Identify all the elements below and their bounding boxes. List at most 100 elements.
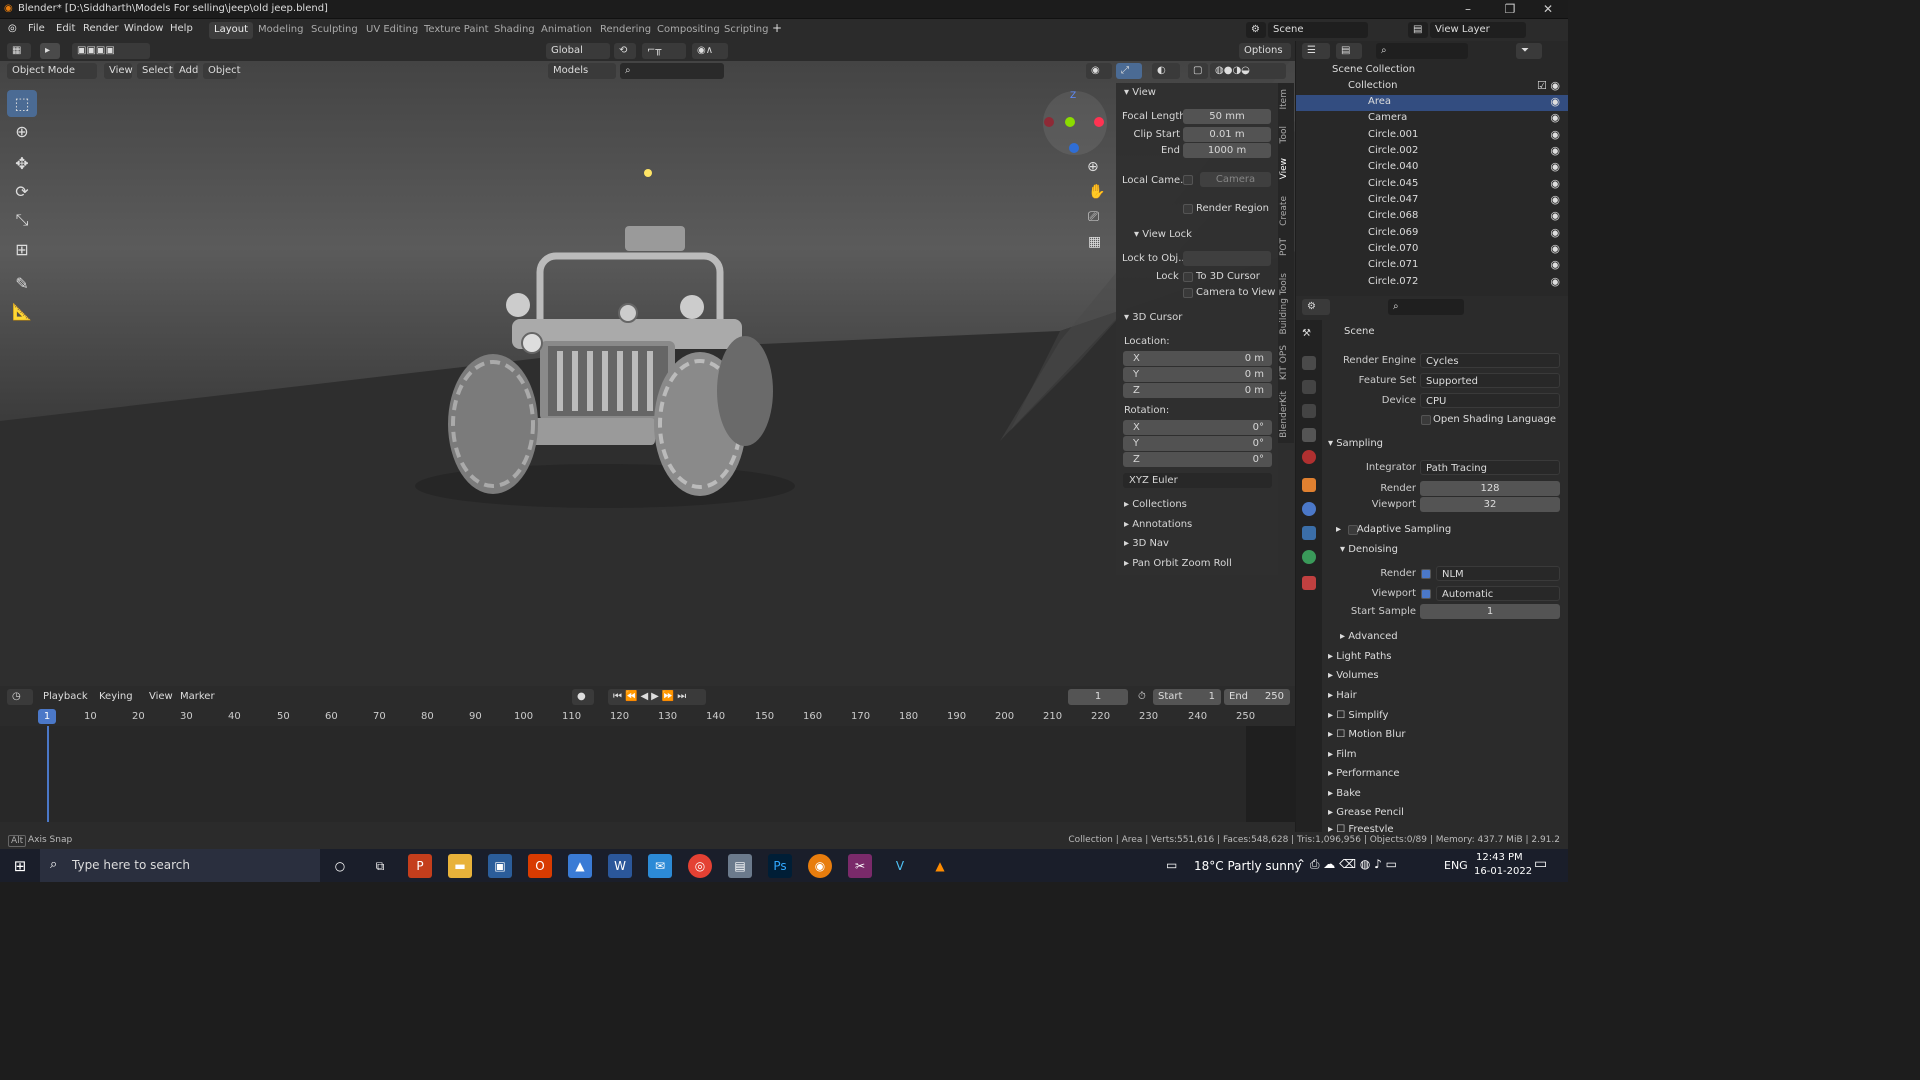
tab-compositing[interactable]: Compositing [652, 22, 725, 39]
tab-scripting[interactable]: Scripting [719, 22, 773, 39]
object-tab-icon[interactable] [1302, 478, 1316, 492]
outliner-item[interactable]: Circle.070 ◉ [1296, 242, 1568, 258]
menu-window[interactable]: Window [124, 23, 163, 34]
measure-tool-icon[interactable]: 📐 [7, 298, 37, 325]
chrome-icon[interactable]: ◎ [688, 854, 712, 878]
orientation-dropdown[interactable]: Global [546, 43, 610, 59]
view-layer-selector[interactable]: View Layer [1430, 22, 1526, 38]
minimize-button[interactable]: – [1448, 0, 1488, 19]
playhead-frame-indicator[interactable]: 1 [38, 709, 56, 724]
end-frame-field[interactable]: End 250 [1224, 689, 1290, 705]
properties-editor-type-icon[interactable]: ⚙ [1302, 299, 1330, 315]
bake-header[interactable]: ▸ Bake [1328, 788, 1361, 799]
windows-start-icon[interactable]: ⊞ [8, 854, 32, 878]
scene-tab-icon[interactable] [1302, 428, 1316, 442]
cursor-rotation-y-field[interactable]: Y 0° [1123, 436, 1272, 451]
hair-header[interactable]: ▸ Hair [1328, 690, 1357, 701]
outliner-item[interactable]: Circle.072 ◉ [1296, 275, 1568, 291]
motion-blur-header[interactable]: ▸ ☐ Motion Blur [1328, 729, 1406, 740]
camera-view-icon[interactable]: ⎚ [1088, 209, 1099, 225]
render-engine-dropdown[interactable]: Cycles [1420, 353, 1560, 368]
menu-edit[interactable]: Edit [56, 23, 75, 34]
language-indicator[interactable]: ENG [1444, 859, 1468, 872]
tab-blenderkit[interactable]: BlenderKit [1279, 391, 1289, 438]
menu-help[interactable]: Help [170, 23, 193, 34]
outliner-item[interactable]: Camera ◉ [1296, 111, 1568, 127]
denoise-viewport-checkbox[interactable] [1421, 589, 1431, 599]
tray-icons[interactable]: ⌃ ⎙ ☁ ⌫ ◍ ♪ ▭ [1296, 857, 1397, 872]
clock-time[interactable]: 12:43 PM [1476, 852, 1523, 863]
annotations-panel-header[interactable]: ▸ Annotations [1124, 519, 1192, 530]
restore-button[interactable]: ❐ [1490, 0, 1530, 19]
sampling-panel-header[interactable]: ▾ Sampling [1328, 438, 1383, 449]
tab-building-tools[interactable]: Building Tools [1279, 273, 1289, 335]
snap-icon[interactable]: ⌐╥ [642, 43, 686, 59]
xray-icon[interactable]: ▢ [1188, 63, 1208, 79]
world-tab-icon[interactable] [1302, 450, 1316, 464]
tab-item[interactable]: Item [1279, 89, 1289, 110]
scale-tool-icon[interactable]: ⤡ [7, 206, 37, 233]
view-layer-tab-icon[interactable] [1302, 404, 1316, 418]
start-sample-field[interactable]: 1 [1420, 604, 1560, 619]
keying-menu[interactable]: Keying [94, 689, 142, 705]
advanced-header[interactable]: ▸ Advanced [1340, 631, 1398, 642]
timeline-ruler[interactable]: 1 10 20 30 40 50 60 70 80 90 100 110 120… [0, 708, 1295, 726]
physics-tab-icon[interactable] [1302, 502, 1316, 516]
lock-to-object-field[interactable] [1183, 251, 1271, 266]
gizmo-toggle-icon[interactable]: ⤢ [1116, 63, 1142, 79]
vlc-icon[interactable]: ▲ [928, 854, 952, 878]
auto-keying-icon[interactable]: ● [572, 689, 594, 705]
select-tool-icon[interactable]: ▸ [40, 43, 60, 59]
device-dropdown[interactable]: CPU [1420, 393, 1560, 408]
scene-collection-row[interactable]: Scene Collection [1296, 63, 1568, 79]
cursor-rotation-x-field[interactable]: X 0° [1123, 420, 1272, 435]
annotate-tool-icon[interactable]: ✎ [7, 270, 37, 297]
timeline-keyframe-area[interactable] [0, 726, 1296, 822]
outliner-item[interactable]: Circle.001 ◉ [1296, 128, 1568, 144]
perspective-grid-icon[interactable]: ▦ [1088, 234, 1101, 250]
view-panel-header[interactable]: ▾ View [1124, 87, 1156, 98]
view-layer-icon[interactable]: ▤ [1408, 22, 1428, 38]
store-icon[interactable]: ▣ [488, 854, 512, 878]
preview-range-icon[interactable]: ⏱ [1133, 689, 1151, 705]
timeline-editor-type-icon[interactable]: ◷ [7, 689, 33, 705]
tab-sculpting[interactable]: Sculpting [306, 22, 363, 39]
properties-search-input[interactable]: ⌕ [1388, 299, 1464, 315]
scene-selector[interactable]: Scene [1268, 22, 1368, 38]
freestyle-header[interactable]: ▸ ☐ Freestyle [1328, 824, 1394, 832]
view-lock-header[interactable]: ▾ View Lock [1134, 229, 1192, 240]
blender-taskbar-icon[interactable]: ◉ [808, 854, 832, 878]
clock-date[interactable]: 16-01-2022 [1474, 866, 1532, 877]
adaptive-sampling-header[interactable]: ▸ Adaptive Sampling [1336, 524, 1451, 535]
tab-texture-paint[interactable]: Texture Paint [419, 22, 494, 39]
playhead-line[interactable] [47, 726, 49, 822]
marker-menu[interactable]: Marker [175, 689, 215, 705]
proportional-edit-icon[interactable]: ◉∧ [692, 43, 728, 59]
render-region-checkbox[interactable] [1183, 204, 1193, 214]
app-icon[interactable]: ▲ [568, 854, 592, 878]
viewport-samples-field[interactable]: 32 [1420, 497, 1560, 512]
outliner-editor-type-icon[interactable]: ☰ [1302, 43, 1330, 59]
denoise-viewport-dropdown[interactable]: Automatic [1436, 586, 1560, 601]
add-workspace-icon[interactable]: + [772, 21, 782, 35]
close-button[interactable]: ✕ [1528, 0, 1568, 19]
clip-end-field[interactable]: 1000 m [1183, 143, 1271, 158]
scene-icon[interactable]: ⚙ [1246, 22, 1266, 38]
outliner-item[interactable]: Circle.071 ◉ [1296, 258, 1568, 274]
timeline-view-menu[interactable]: View [144, 689, 173, 705]
select-mode-icons[interactable]: ▣▣▣▣ [72, 43, 150, 59]
visibility-icon[interactable]: ◉ [1086, 63, 1112, 79]
cursor-location-y-field[interactable]: Y0 m [1123, 367, 1272, 382]
cortana-icon[interactable]: ○ [328, 854, 352, 878]
feature-set-dropdown[interactable]: Supported [1420, 373, 1560, 388]
tab-view[interactable]: View [1279, 158, 1289, 179]
mail-icon[interactable]: ✉ [648, 854, 672, 878]
3d-cursor-header[interactable]: ▾ 3D Cursor [1124, 312, 1182, 323]
volumes-header[interactable]: ▸ Volumes [1328, 670, 1379, 681]
weather-icon[interactable]: ▭ [1166, 858, 1177, 872]
cursor-rotation-z-field[interactable]: Z 0° [1123, 452, 1272, 467]
pan-orbit-zoom-roll-panel-header[interactable]: ▸ Pan Orbit Zoom Roll [1124, 558, 1232, 569]
view-menu[interactable]: View [104, 63, 133, 79]
overlays-icon[interactable]: ◐ [1152, 63, 1180, 79]
powerpoint-icon[interactable]: P [408, 854, 432, 878]
